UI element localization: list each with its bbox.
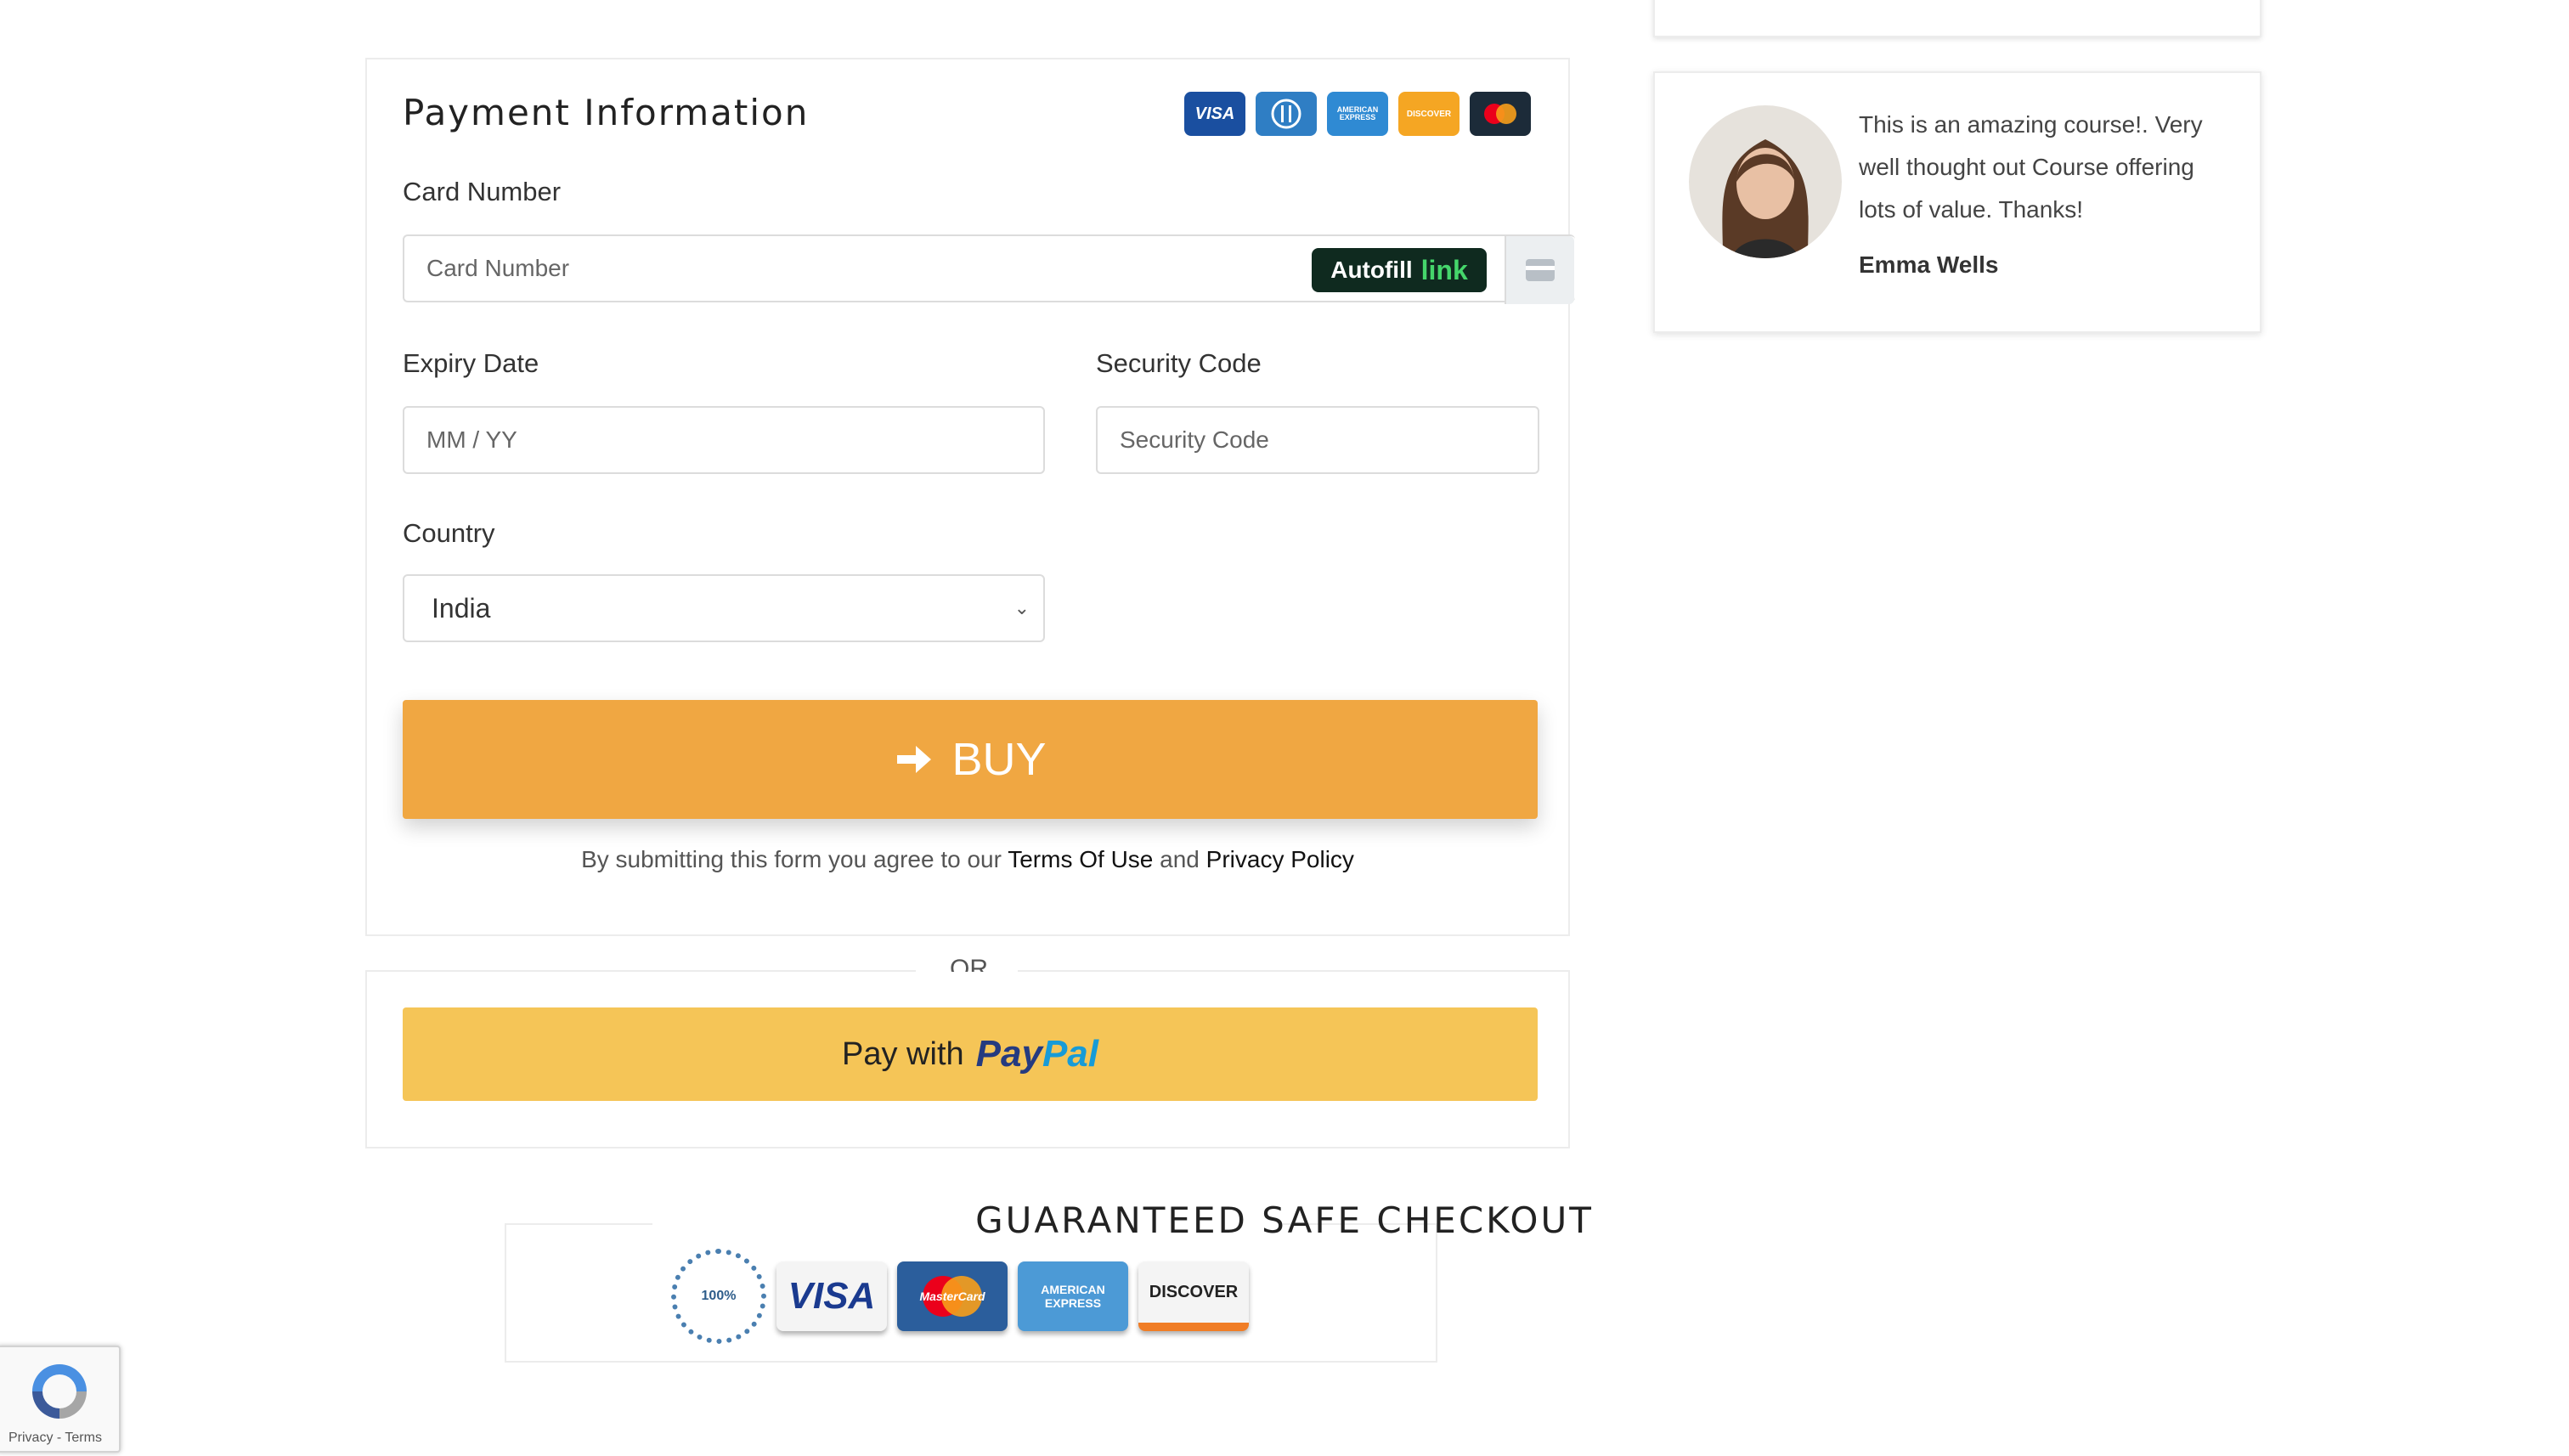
terms-link[interactable]: Terms Of Use	[1008, 846, 1153, 872]
expiry-input[interactable]: MM / YY	[403, 406, 1045, 474]
mastercard-badge: MasterCard	[897, 1261, 1008, 1331]
paypal-brand-pal: Pal	[1042, 1033, 1098, 1075]
payment-title: Payment Information	[403, 92, 810, 133]
agreement-and: and	[1153, 846, 1206, 872]
privacy-link[interactable]: Privacy Policy	[1206, 846, 1354, 872]
paypal-prefix: Pay with	[842, 1036, 964, 1072]
discover-badge: DISCOVER	[1138, 1261, 1249, 1331]
amex-line1: AMERICAN	[1041, 1283, 1105, 1296]
safe-checkout-title: GUARANTEED SAFE CHECKOUT	[975, 1199, 1594, 1241]
security-code-placeholder: Security Code	[1120, 426, 1269, 453]
country-select[interactable]: India ⌄	[403, 574, 1045, 642]
amex-logo: AMERICAN EXPRESS	[1327, 92, 1388, 136]
buy-label: BUY	[951, 734, 1047, 785]
diners-logo	[1256, 92, 1317, 136]
expiry-label: Expiry Date	[403, 348, 539, 378]
card-addon	[1505, 236, 1574, 304]
accepted-cards: VISA AMERICAN EXPRESS DISCOVER	[1184, 92, 1531, 136]
security-code-input[interactable]: Security Code	[1096, 406, 1539, 474]
paypal-button[interactable]: Pay with PayPal	[403, 1007, 1538, 1101]
mastercard-badge-text: MasterCard	[919, 1290, 985, 1303]
paypal-brand-pay: Pay	[975, 1033, 1042, 1075]
sidebar-top-box	[1653, 0, 2261, 37]
chevron-down-icon: ⌄	[1013, 597, 1030, 618]
card-number-label: Card Number	[403, 177, 562, 206]
visa-logo: VISA	[1184, 92, 1245, 136]
buy-button[interactable]: BUY	[403, 700, 1538, 819]
testimonial-card: This is an amazing course!. Very well th…	[1653, 71, 2261, 333]
recaptcha-badge[interactable]: Privacy - Terms	[0, 1346, 121, 1453]
autofill-link-button[interactable]: Autofill link	[1312, 248, 1487, 292]
card-number-input[interactable]: Card Number Autofill link	[403, 234, 1575, 304]
avatar	[1689, 105, 1842, 258]
expiry-placeholder: MM / YY	[426, 426, 517, 453]
amex-line2: EXPRESS	[1044, 1296, 1102, 1310]
satisfaction-seal-icon: 100%	[671, 1249, 766, 1344]
card-number-placeholder: Card Number	[426, 255, 570, 281]
paypal-panel: Pay with PayPal	[365, 972, 1570, 1148]
recaptcha-icon	[32, 1364, 87, 1419]
agreement-text: By submitting this form you agree to our…	[367, 846, 1568, 873]
country-label: Country	[403, 518, 495, 548]
testimonial-quote: This is an amazing course!. Very well th…	[1859, 111, 2203, 223]
autofill-label: Autofill	[1330, 257, 1413, 283]
mastercard-logo	[1470, 92, 1531, 136]
credit-card-icon	[1526, 259, 1555, 281]
recaptcha-links[interactable]: Privacy - Terms	[8, 1431, 102, 1446]
payment-panel: Payment Information VISA AMERICAN EXPRESS…	[365, 58, 1575, 936]
link-brand: link	[1420, 254, 1468, 285]
visa-badge: VISA	[776, 1261, 887, 1331]
country-value: India	[432, 592, 491, 624]
security-code-label: Security Code	[1096, 348, 1262, 378]
discover-logo: DISCOVER	[1398, 92, 1460, 136]
agreement-prefix: By submitting this form you agree to our	[581, 846, 1008, 872]
testimonial-author: Emma Wells	[1859, 251, 1999, 278]
arrow-right-icon	[897, 746, 932, 773]
paypal-logo: PayPal	[976, 1033, 1098, 1075]
safe-checkout-logos: 100% VISA MasterCard AMERICAN EXPRESS DIS…	[671, 1249, 1249, 1344]
amex-badge: AMERICAN EXPRESS	[1018, 1261, 1128, 1331]
